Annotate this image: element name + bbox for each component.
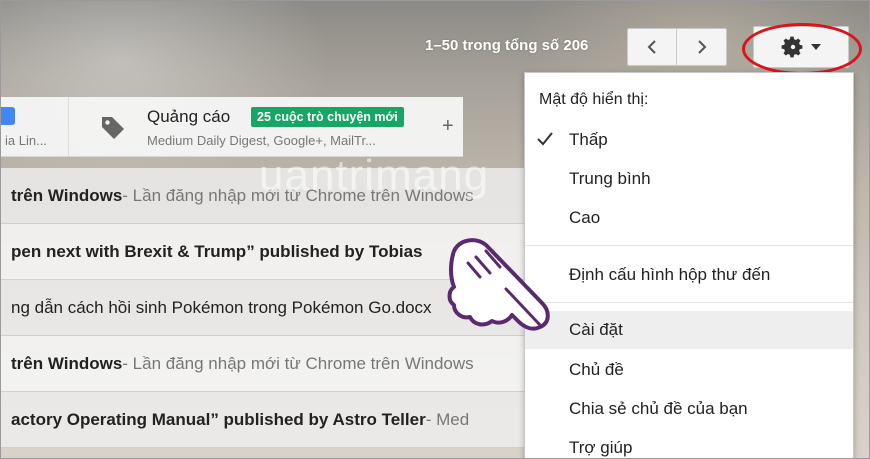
email-subject: trên Windows xyxy=(11,353,123,373)
email-row[interactable]: ng dẫn cách hồi sinh Pokémon trong Pokém… xyxy=(1,280,529,336)
tab-promotions-senders: Medium Daily Digest, Google+, MailTr... xyxy=(147,133,376,148)
density-header: Mật độ hiển thị: xyxy=(539,91,649,108)
tab-promotions[interactable]: Quảng cáo 25 cuộc trò chuyện mới Medium … xyxy=(81,97,431,157)
menu-item-label: Thấp xyxy=(569,130,608,149)
caret-down-icon xyxy=(811,44,821,50)
email-row[interactable]: actory Operating Manual” published by As… xyxy=(1,392,529,448)
menu-item-share-theme[interactable]: Chia sẻ chủ đề của bạn xyxy=(525,390,853,428)
tab-primary-senders: ia Lin... xyxy=(5,133,47,148)
checkmark-icon xyxy=(537,132,553,146)
pagination-counter: 1–50 trong tổng số 206 xyxy=(425,37,589,54)
older-page-button[interactable] xyxy=(677,28,727,66)
email-row[interactable]: pen next with Brexit & Trump” published … xyxy=(1,224,529,280)
email-snippet: - Lần đăng nhập mới từ Chrome trên Windo… xyxy=(122,185,474,205)
menu-item-label: Cài đặt xyxy=(569,320,623,339)
menu-item-label: Định cấu hình hộp thư đến xyxy=(569,265,771,284)
email-subject: ng dẫn cách hồi sinh Pokémon trong Pokém… xyxy=(11,297,432,317)
tab-promotions-label: Quảng cáo xyxy=(147,107,231,126)
menu-item-label: Trợ giúp xyxy=(569,438,633,457)
menu-item-density-medium[interactable]: Trung bình xyxy=(525,160,853,198)
menu-item-density-low[interactable]: Thấp xyxy=(525,121,853,159)
menu-divider xyxy=(525,245,853,246)
menu-item-configure-inbox[interactable]: Định cấu hình hộp thư đến xyxy=(525,256,853,294)
email-row[interactable]: trên Windows - Lần đăng nhập mới từ Chro… xyxy=(1,336,529,392)
tag-icon xyxy=(102,117,124,139)
email-subject: actory Operating Manual” published by As… xyxy=(11,409,426,429)
add-tab-button[interactable]: + xyxy=(442,115,454,138)
email-subject: trên Windows xyxy=(11,185,123,205)
chevron-right-icon xyxy=(697,40,706,54)
menu-item-density-high[interactable]: Cao xyxy=(525,199,853,237)
menu-item-settings[interactable]: Cài đặt xyxy=(525,311,853,349)
menu-item-label: Trung bình xyxy=(569,169,651,188)
email-snippet: - Med xyxy=(425,409,470,429)
gmail-window: 1–50 trong tổng số 206 ia Lin... Quảng c… xyxy=(0,0,870,459)
menu-item-label: Chủ đề xyxy=(569,360,624,379)
email-snippet: - Lần đăng nhập mới từ Chrome trên Windo… xyxy=(122,353,474,373)
tab-primary[interactable]: ia Lin... xyxy=(1,97,69,157)
email-row[interactable]: trên Windows - Lần đăng nhập mới từ Chro… xyxy=(1,168,529,224)
menu-item-help[interactable]: Trợ giúp xyxy=(525,429,853,458)
new-conversations-badge: 25 cuộc trò chuyện mới xyxy=(251,107,404,127)
menu-item-themes[interactable]: Chủ đề xyxy=(525,351,853,389)
gear-icon xyxy=(781,36,803,58)
chevron-left-icon xyxy=(647,40,656,54)
menu-item-label: Chia sẻ chủ đề của bạn xyxy=(569,399,748,418)
menu-item-label: Cao xyxy=(569,208,601,227)
inbox-tab-bar: ia Lin... Quảng cáo 25 cuộc trò chuyện m… xyxy=(1,97,463,157)
newer-page-button[interactable] xyxy=(627,28,677,66)
tab-color-chip xyxy=(1,107,15,125)
menu-divider xyxy=(525,302,853,303)
settings-dropdown-menu: Mật độ hiển thị: Thấp Trung bình Cao Địn… xyxy=(524,72,854,458)
email-subject: pen next with Brexit & Trump” published … xyxy=(11,241,423,261)
settings-gear-button[interactable] xyxy=(753,26,849,68)
